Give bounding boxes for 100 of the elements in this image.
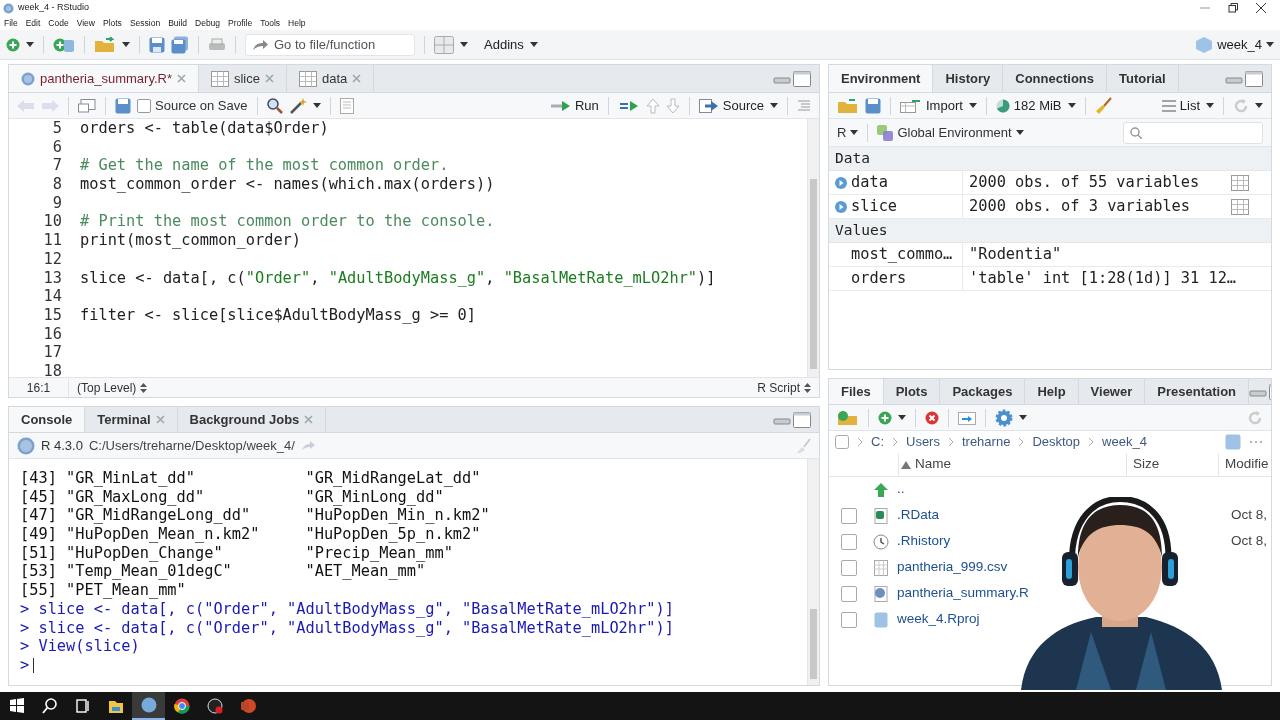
caret-icon[interactable]	[1015, 129, 1024, 136]
caret-icon[interactable]	[898, 414, 906, 421]
outline-icon[interactable]	[797, 99, 811, 112]
new-file-icon[interactable]	[878, 410, 892, 425]
maximize-icon[interactable]	[793, 70, 811, 87]
run-button[interactable]: Run	[550, 95, 599, 116]
gear-icon[interactable]	[995, 408, 1013, 427]
file-link[interactable]: pantheria_summary.R	[897, 583, 1029, 604]
search-field[interactable]: Go to file/function	[245, 33, 415, 56]
menu-item[interactable]: File	[4, 16, 18, 30]
addins-menu[interactable]: Addins	[484, 34, 524, 55]
breadcrumb-link[interactable]: C:	[871, 432, 884, 452]
caret-icon[interactable]	[1255, 102, 1263, 109]
save-icon[interactable]	[115, 97, 131, 114]
row-checkbox[interactable]	[841, 585, 857, 602]
caret-icon[interactable]	[529, 41, 538, 48]
view-data-icon[interactable]	[1231, 198, 1249, 215]
caret-icon[interactable]	[1019, 414, 1027, 421]
menu-item[interactable]: Help	[288, 16, 306, 30]
scrollbar-thumb[interactable]	[810, 609, 817, 679]
caret-icon[interactable]	[122, 41, 130, 48]
scope-menu[interactable]: (Top Level)	[77, 378, 148, 397]
caret-icon[interactable]	[770, 102, 778, 109]
source-on-save-checkbox[interactable]: Source on Save	[137, 95, 248, 116]
compile-report-icon[interactable]	[339, 97, 354, 114]
save-icon[interactable]	[149, 36, 165, 53]
language-menu[interactable]: R	[837, 122, 859, 143]
row-checkbox[interactable]	[841, 559, 857, 576]
project-menu[interactable]: week_4	[1217, 34, 1262, 55]
open-folder-icon[interactable]	[837, 97, 859, 114]
menu-item[interactable]: Profile	[228, 16, 253, 30]
restore-icon[interactable]	[1228, 3, 1238, 13]
close-icon[interactable]	[1256, 3, 1266, 13]
maximize-icon[interactable]	[1245, 70, 1263, 87]
print-icon[interactable]	[208, 37, 226, 52]
row-checkbox[interactable]	[841, 507, 857, 524]
broom-icon[interactable]	[1094, 96, 1113, 115]
caret-icon[interactable]	[460, 41, 468, 48]
caret-icon[interactable]	[1067, 102, 1076, 109]
new-file-icon[interactable]	[6, 37, 20, 52]
breadcrumb-link[interactable]: treharne	[961, 432, 1011, 452]
file-type-menu[interactable]: R Script	[757, 378, 811, 397]
view-data-icon[interactable]	[1231, 174, 1249, 191]
search-field[interactable]	[1123, 121, 1263, 144]
file-link[interactable]: week_4.Rproj	[897, 609, 980, 630]
new-project-icon[interactable]	[53, 36, 75, 53]
menu-item[interactable]: Tools	[260, 16, 281, 30]
modified-column-header[interactable]: Modifie	[1219, 453, 1269, 476]
environment-menu[interactable]: Global Environment	[877, 122, 1024, 143]
menu-item[interactable]: Debug	[195, 16, 221, 30]
save-icon[interactable]	[865, 97, 881, 114]
working-directory[interactable]: C:/Users/treharne/Desktop/week_4/	[88, 435, 295, 456]
checkbox-icon[interactable]	[835, 435, 849, 449]
menu-item[interactable]: View	[76, 16, 95, 30]
scrollbar-thumb[interactable]	[810, 179, 817, 369]
open-folder-icon[interactable]	[94, 36, 116, 53]
import-button[interactable]: Import	[900, 95, 963, 116]
console-tab[interactable]: Console	[9, 407, 86, 432]
rerun-icon[interactable]	[617, 99, 640, 112]
name-column-header[interactable]: Name	[899, 453, 1127, 476]
memory-usage-button[interactable]: 182 MiB	[995, 95, 1062, 116]
save-all-icon[interactable]	[171, 35, 189, 54]
caret-icon[interactable]	[1266, 41, 1274, 48]
caret-icon[interactable]	[968, 102, 977, 109]
layout-icon[interactable]	[434, 35, 454, 54]
menu-item[interactable]: Plots	[102, 16, 122, 30]
caret-icon[interactable]	[26, 41, 34, 48]
maximize-icon[interactable]	[793, 411, 811, 428]
file-link[interactable]: .Rhistory	[897, 531, 951, 552]
delete-icon[interactable]	[925, 410, 939, 425]
menu-item[interactable]: Code	[48, 16, 69, 30]
rename-icon[interactable]	[958, 410, 976, 425]
file-link[interactable]: .RData	[897, 505, 940, 526]
up-arrow-icon[interactable]	[645, 97, 660, 114]
expand-icon[interactable]	[835, 176, 847, 189]
view-mode-button[interactable]: List	[1161, 95, 1200, 116]
file-link[interactable]: pantheria_999.csv	[897, 557, 1008, 578]
caret-icon[interactable]	[1206, 102, 1214, 109]
menu-item[interactable]: Edit	[25, 16, 41, 30]
more-icon[interactable]	[1249, 440, 1263, 444]
show-in-window-icon[interactable]	[78, 98, 96, 113]
row-checkbox[interactable]	[841, 533, 857, 550]
row-checkbox[interactable]	[841, 611, 857, 628]
down-arrow-icon[interactable]	[665, 97, 680, 114]
editor-tab[interactable]: pantheria_summary.R*	[9, 65, 199, 92]
wand-icon[interactable]	[288, 97, 307, 114]
new-folder-icon[interactable]	[837, 409, 859, 426]
breadcrumb-link[interactable]: Users	[906, 432, 940, 452]
menu-item[interactable]: Session	[129, 16, 161, 30]
menu-item[interactable]: Build	[168, 16, 188, 30]
files-tab[interactable]: Files	[829, 379, 884, 404]
breadcrumb-link[interactable]: Desktop	[1032, 432, 1081, 452]
source-button[interactable]: Source	[698, 95, 764, 116]
environment-tab[interactable]: Environment	[829, 65, 934, 92]
expand-icon[interactable]	[835, 200, 847, 213]
breadcrumb-link[interactable]: week_4	[1102, 432, 1147, 452]
file-link[interactable]: ..	[897, 479, 905, 500]
search-icon[interactable]	[266, 97, 283, 114]
caret-icon[interactable]	[850, 129, 859, 136]
caret-icon[interactable]	[312, 102, 321, 109]
